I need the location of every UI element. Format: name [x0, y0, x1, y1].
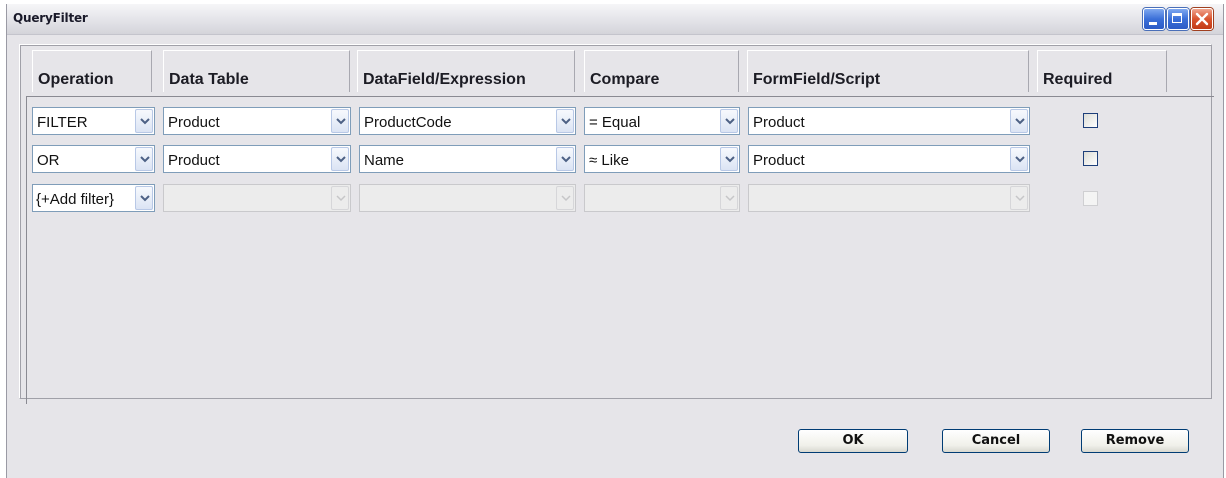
add-filter-select[interactable]: {+Add filter} — [32, 184, 155, 212]
required-checkbox[interactable] — [1083, 113, 1098, 128]
chevron-down-icon[interactable] — [135, 186, 153, 210]
compare-select — [584, 184, 740, 212]
header-data-table: Data Table — [163, 50, 350, 92]
chevron-down-icon[interactable] — [1010, 147, 1028, 171]
form-field-select — [748, 184, 1030, 212]
data-field-select[interactable]: ProductCode — [359, 107, 576, 135]
header-form-field: FormField/Script — [747, 50, 1029, 92]
maximize-button[interactable] — [1167, 8, 1189, 30]
chevron-down-icon[interactable] — [556, 109, 574, 133]
chevron-down-icon[interactable] — [556, 147, 574, 171]
chevron-down-icon[interactable] — [135, 147, 153, 171]
chevron-down-icon[interactable] — [331, 109, 349, 133]
data-table-select — [163, 184, 351, 212]
required-checkbox — [1083, 191, 1098, 206]
data-table-select[interactable]: Product — [163, 107, 351, 135]
compare-select[interactable]: = Equal — [584, 107, 740, 135]
chevron-down-icon — [1010, 186, 1028, 210]
chevron-down-icon — [720, 186, 738, 210]
required-checkbox[interactable] — [1083, 151, 1098, 166]
maximize-icon — [1172, 13, 1182, 23]
data-field-select — [359, 184, 576, 212]
header-operation: Operation — [32, 50, 152, 92]
chevron-down-icon[interactable] — [720, 147, 738, 171]
chevron-down-icon[interactable] — [135, 109, 153, 133]
data-field-select[interactable]: Name — [359, 145, 576, 173]
remove-button[interactable]: Remove — [1081, 429, 1189, 453]
chevron-down-icon[interactable] — [720, 109, 738, 133]
header-data-field: DataField/Expression — [357, 50, 575, 92]
data-table-select[interactable]: Product — [163, 145, 351, 173]
form-field-select[interactable]: Product — [748, 107, 1030, 135]
cancel-button[interactable]: Cancel — [942, 429, 1050, 453]
header-compare: Compare — [584, 50, 739, 92]
window-title: QueryFilter — [13, 11, 88, 25]
close-icon — [1195, 12, 1209, 26]
header-required: Required — [1037, 50, 1167, 92]
operation-select[interactable]: OR — [32, 145, 155, 173]
filter-rows-area — [26, 96, 1214, 404]
form-field-select[interactable]: Product — [748, 145, 1030, 173]
chevron-down-icon[interactable] — [331, 147, 349, 171]
chevron-down-icon — [556, 186, 574, 210]
close-button[interactable] — [1191, 8, 1213, 30]
ok-button[interactable]: OK — [798, 429, 908, 453]
minimize-button[interactable] — [1143, 8, 1165, 30]
operation-select[interactable]: FILTER — [32, 107, 155, 135]
compare-select[interactable]: ≈ Like — [584, 145, 740, 173]
minimize-icon — [1149, 22, 1157, 25]
chevron-down-icon[interactable] — [1010, 109, 1028, 133]
title-bar[interactable]: QueryFilter — [7, 4, 1223, 35]
chevron-down-icon — [331, 186, 349, 210]
